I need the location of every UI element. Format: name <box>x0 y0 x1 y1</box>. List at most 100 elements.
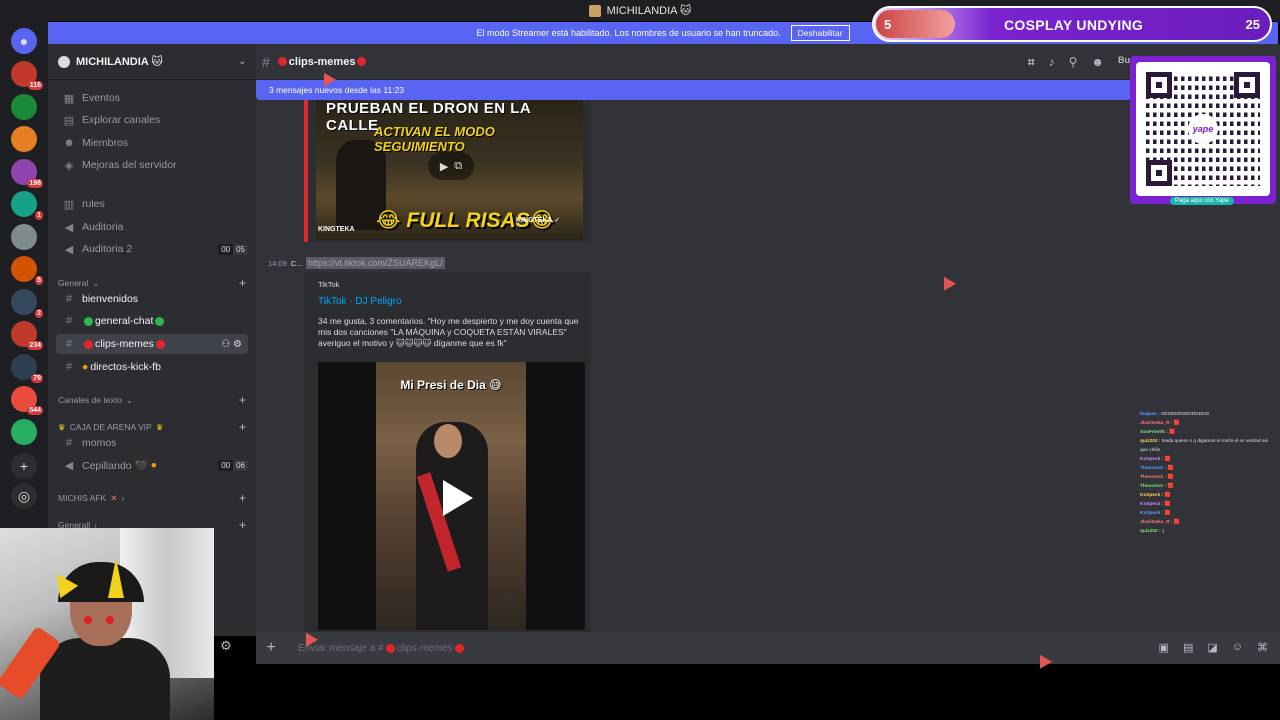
chat-line: lhaipex : XDDDDDDDDDDDDD <box>1140 410 1270 419</box>
server-icon[interactable]: 234 <box>11 321 43 350</box>
threads-icon[interactable]: ⌗ <box>1028 55 1035 70</box>
stream-chat-overlay: lhaipex : XDDDDDDDDDDDDD Jharitzeka_R : 🟥… <box>1140 410 1270 536</box>
new-messages-bar[interactable]: 3 mensajes nuevos desde las 11:23 <box>256 80 1131 100</box>
members-icon[interactable]: ☻ <box>1091 55 1104 70</box>
message-input[interactable]: Enviar mensaje a # clips-memes <box>298 643 466 654</box>
goal-max: 25 <box>1245 17 1260 32</box>
chat-username: quiz202 : <box>1140 439 1162 444</box>
channel-rules[interactable]: ▥ rules <box>56 194 248 214</box>
add-channel-icon[interactable]: + <box>239 518 246 532</box>
thumbnail-watermark: KINGTEKA ✓ <box>516 217 561 224</box>
gear-icon[interactable]: ⚙ <box>216 638 236 658</box>
embed-author-link[interactable]: TikTok · DJ Peligro <box>318 296 402 307</box>
fire-icon: ● <box>150 459 157 471</box>
gift-icon[interactable]: ▣ <box>1159 641 1169 654</box>
stream-goal-bar: 5 COSPLAY UNDYING 25 <box>872 6 1272 42</box>
emoji-icon[interactable]: ☺ <box>1232 641 1243 654</box>
server-icon[interactable]: 116 <box>11 61 43 90</box>
server-icon[interactable]: 198 <box>11 158 43 188</box>
channel-momos[interactable]: # momos <box>56 433 248 453</box>
chat-line: ThexoXxX : 🟥 <box>1140 482 1270 491</box>
add-channel-icon[interactable]: + <box>239 420 246 434</box>
channel-auditoria[interactable]: ◀ Auditoria <box>56 217 248 237</box>
video-thumbnail[interactable]: PRUEBAN EL DRON EN LA CALLE ACTIVAN EL M… <box>316 100 583 240</box>
server-icon[interactable] <box>11 418 37 445</box>
discord-home-icon[interactable]: ● <box>11 28 37 54</box>
apps-icon[interactable]: ⌘ <box>1257 641 1268 654</box>
gif-icon[interactable]: ▤ <box>1183 641 1193 654</box>
plus-icon[interactable]: + <box>11 453 37 479</box>
chat-message: 🟥 <box>1167 466 1174 471</box>
play-icon[interactable] <box>443 480 473 516</box>
goal-current: 5 <box>884 17 892 32</box>
category-general[interactable]: General ⌄ + <box>58 276 246 290</box>
add-member-icon[interactable]: ⚇ ⚙ <box>221 339 242 350</box>
disable-streamer-button[interactable]: Deshabilitar <box>790 25 850 41</box>
green-circle-icon <box>84 316 93 326</box>
server-icon[interactable] <box>11 223 37 250</box>
chat-message: 🟥 <box>1169 430 1176 435</box>
play-icon: ▶ <box>439 160 449 173</box>
channel-title: clips-memes <box>288 55 356 68</box>
red-circle-icon <box>277 57 287 66</box>
chat-username: lhaipex : <box>1140 412 1161 417</box>
message-link[interactable]: https://vt.tiktok.com/ZSUAREKgL/ <box>306 257 445 269</box>
mention-badge: 1 <box>35 211 43 220</box>
hash-icon: # <box>65 315 73 327</box>
category-text-channels[interactable]: Canales de texto ⌄ + <box>58 393 246 407</box>
green-circle-icon <box>155 316 165 326</box>
add-channel-icon[interactable]: + <box>239 393 246 407</box>
category-caja-de-arena-vip[interactable]: ♛ CAJA DE ARENA VIP ♛ + <box>58 420 246 434</box>
sidebar-item-events[interactable]: ▦ Eventos <box>56 88 248 108</box>
chat-line: SooFrienfs : 🟥 <box>1140 428 1270 437</box>
compass-icon[interactable]: ◎ <box>11 483 37 509</box>
add-channel-icon[interactable]: + <box>239 491 246 505</box>
bell-icon[interactable]: ♪ <box>1049 55 1055 70</box>
pin-icon[interactable]: ⚲ <box>1069 55 1078 70</box>
channel-general-chat[interactable]: # general-chat <box>56 311 248 331</box>
channel-directos-kick-fb[interactable]: # ● directos-kick-fb <box>56 357 248 377</box>
chat-area: # clips-memes ⌗ ♪ ⚲ ☻ Bu 3 mensajes nuev… <box>256 44 1280 636</box>
search-input[interactable]: Bu <box>1118 55 1130 70</box>
calendar-icon: ▦ <box>63 92 75 105</box>
sidebar-item-boosts[interactable]: ◈ Mejoras del servidor <box>56 155 248 175</box>
qr-code-frame: yape <box>1136 62 1270 196</box>
chat-username: ThexoXxX : <box>1140 484 1168 489</box>
server-icon[interactable]: 5 <box>11 256 43 285</box>
chat-message: 🟥 <box>1173 520 1180 525</box>
category-michis-afk[interactable]: MICHIS AFK ✕ › + <box>58 491 246 505</box>
sticker-icon[interactable]: ◪ <box>1207 641 1217 654</box>
play-button[interactable]: ▶ ⧉ <box>428 152 474 180</box>
sidebar-item-browse-channels[interactable]: ▤ Explorar canales <box>56 110 248 130</box>
chat-username: ThexoXxX : <box>1140 466 1168 471</box>
server-icon[interactable] <box>11 93 37 120</box>
red-circle-icon <box>385 643 395 653</box>
red-circle-icon <box>155 339 165 349</box>
add-channel-icon[interactable]: + <box>239 276 246 290</box>
speaker-icon: ◀ <box>64 243 74 256</box>
server-icon[interactable] <box>11 126 37 152</box>
mention-badge: 544 <box>27 406 43 415</box>
channel-auditoria-2[interactable]: ◀ Auditoria 2 00 05 <box>56 239 248 259</box>
chevron-down-icon: ⌄ <box>238 56 246 66</box>
guild-header[interactable]: MICHILANDIA 🐱 ⌄ <box>48 44 256 80</box>
channel-clips-memes[interactable]: # clips-memes ⚇ ⚙ <box>56 334 248 354</box>
chat-line: ThexoXxX : 🟥 <box>1140 473 1270 482</box>
pikachu-cheek <box>84 616 92 624</box>
hash-icon: # <box>65 338 73 350</box>
yape-logo: yape <box>1188 114 1218 144</box>
server-icon[interactable]: 2 <box>11 288 43 318</box>
message-author[interactable]: C... <box>291 259 303 268</box>
server-icon[interactable]: 79 <box>11 353 43 383</box>
server-icon[interactable]: 544 <box>11 386 43 415</box>
channel-cepillando[interactable]: ◀ Cepillando 🖤 ● 00 06 <box>56 455 248 475</box>
message-composer[interactable]: + Enviar mensaje a # clips-memes ▣ ▤ ◪ ☺ … <box>256 632 1280 664</box>
sidebar-item-members[interactable]: ☻ Miembros <box>56 133 248 153</box>
thumbnail-watermark: KINGTEKA <box>318 226 355 233</box>
server-icon[interactable]: 1 <box>11 191 43 220</box>
attach-plus-icon[interactable]: + <box>256 639 286 657</box>
streamer-banner-text: El modo Streamer está habilitado. Los no… <box>476 28 781 38</box>
channel-bienvenidos[interactable]: # bienvenidos <box>56 289 248 309</box>
video-thumbnail[interactable]: Mi Presi de Dia 😅 <box>318 362 585 630</box>
chat-line: Jharitzeka_R : 🟥 <box>1140 419 1270 428</box>
